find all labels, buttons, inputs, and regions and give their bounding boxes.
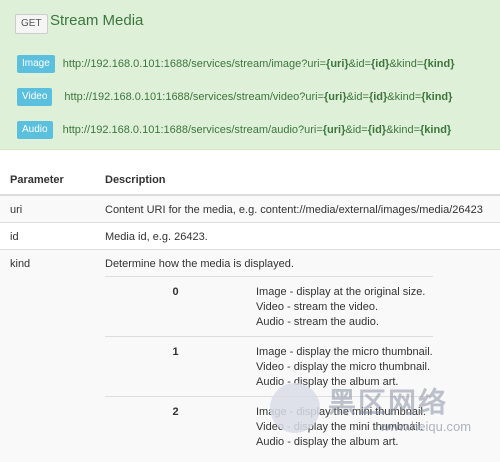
column-header-description: Description [95,166,500,195]
param-description: Media id, e.g. 26423. [95,223,500,250]
kind-line: Video - display the micro thumbnail. [256,360,433,375]
param-name: kind [0,250,95,462]
endpoint-url-video[interactable]: http://192.168.0.101:1688/services/strea… [64,91,452,103]
kind-row: 1 Image - display the micro thumbnail. V… [105,337,433,397]
method-badge: GET [15,14,48,34]
kind-line: Image - display at the original size. [256,285,433,300]
param-description: Determine how the media is displayed. 0 … [95,250,500,462]
endpoint-panel: GET Stream Media Image http://192.168.0.… [0,0,500,150]
table-row: kind Determine how the media is displaye… [0,250,500,462]
endpoint-label-audio[interactable]: Audio [17,121,53,139]
kind-line: Audio - display the album art. [256,375,433,390]
kind-lines: Image - display the micro thumbnail. Vid… [246,337,433,397]
kind-values-table: 0 Image - display at the original size. … [105,276,433,456]
parameters-table: Parameter Description uri Content URI fo… [0,166,500,462]
kind-value: 2 [105,397,246,457]
table-header-row: Parameter Description [0,166,500,195]
kind-line: Video - display the mini thumbnail. [256,420,433,435]
endpoint-row-video: Video http://192.168.0.101:1688/services… [17,88,452,106]
endpoint-label-image[interactable]: Image [17,55,55,73]
kind-line: Image - display the mini thumbnail. [256,405,433,420]
panel-title: Stream Media [50,12,143,29]
kind-description: Determine how the media is displayed. [105,258,500,270]
table-row: uri Content URI for the media, e.g. cont… [0,195,500,223]
param-name: id [0,223,95,250]
endpoint-row-image: Image http://192.168.0.101:1688/services… [17,55,454,73]
kind-line: Video - stream the video. [256,300,433,315]
kind-line: Audio - stream the audio. [256,315,433,330]
kind-row: 2 Image - display the mini thumbnail. Vi… [105,397,433,457]
column-header-parameter: Parameter [0,166,95,195]
kind-value: 1 [105,337,246,397]
kind-value: 0 [105,277,246,337]
endpoint-url-image[interactable]: http://192.168.0.101:1688/services/strea… [63,58,455,70]
endpoint-row-audio: Audio http://192.168.0.101:1688/services… [17,121,451,139]
kind-line: Audio - display the album art. [256,435,433,450]
kind-lines: Image - display the mini thumbnail. Vide… [246,397,433,457]
kind-line: Image - display the micro thumbnail. [256,345,433,360]
endpoint-label-video[interactable]: Video [17,88,52,106]
table-row: id Media id, e.g. 26423. [0,223,500,250]
kind-row: 0 Image - display at the original size. … [105,277,433,337]
param-description: Content URI for the media, e.g. content:… [95,195,500,223]
endpoint-url-audio[interactable]: http://192.168.0.101:1688/services/strea… [63,124,452,136]
kind-lines: Image - display at the original size. Vi… [246,277,433,337]
param-name: uri [0,195,95,223]
